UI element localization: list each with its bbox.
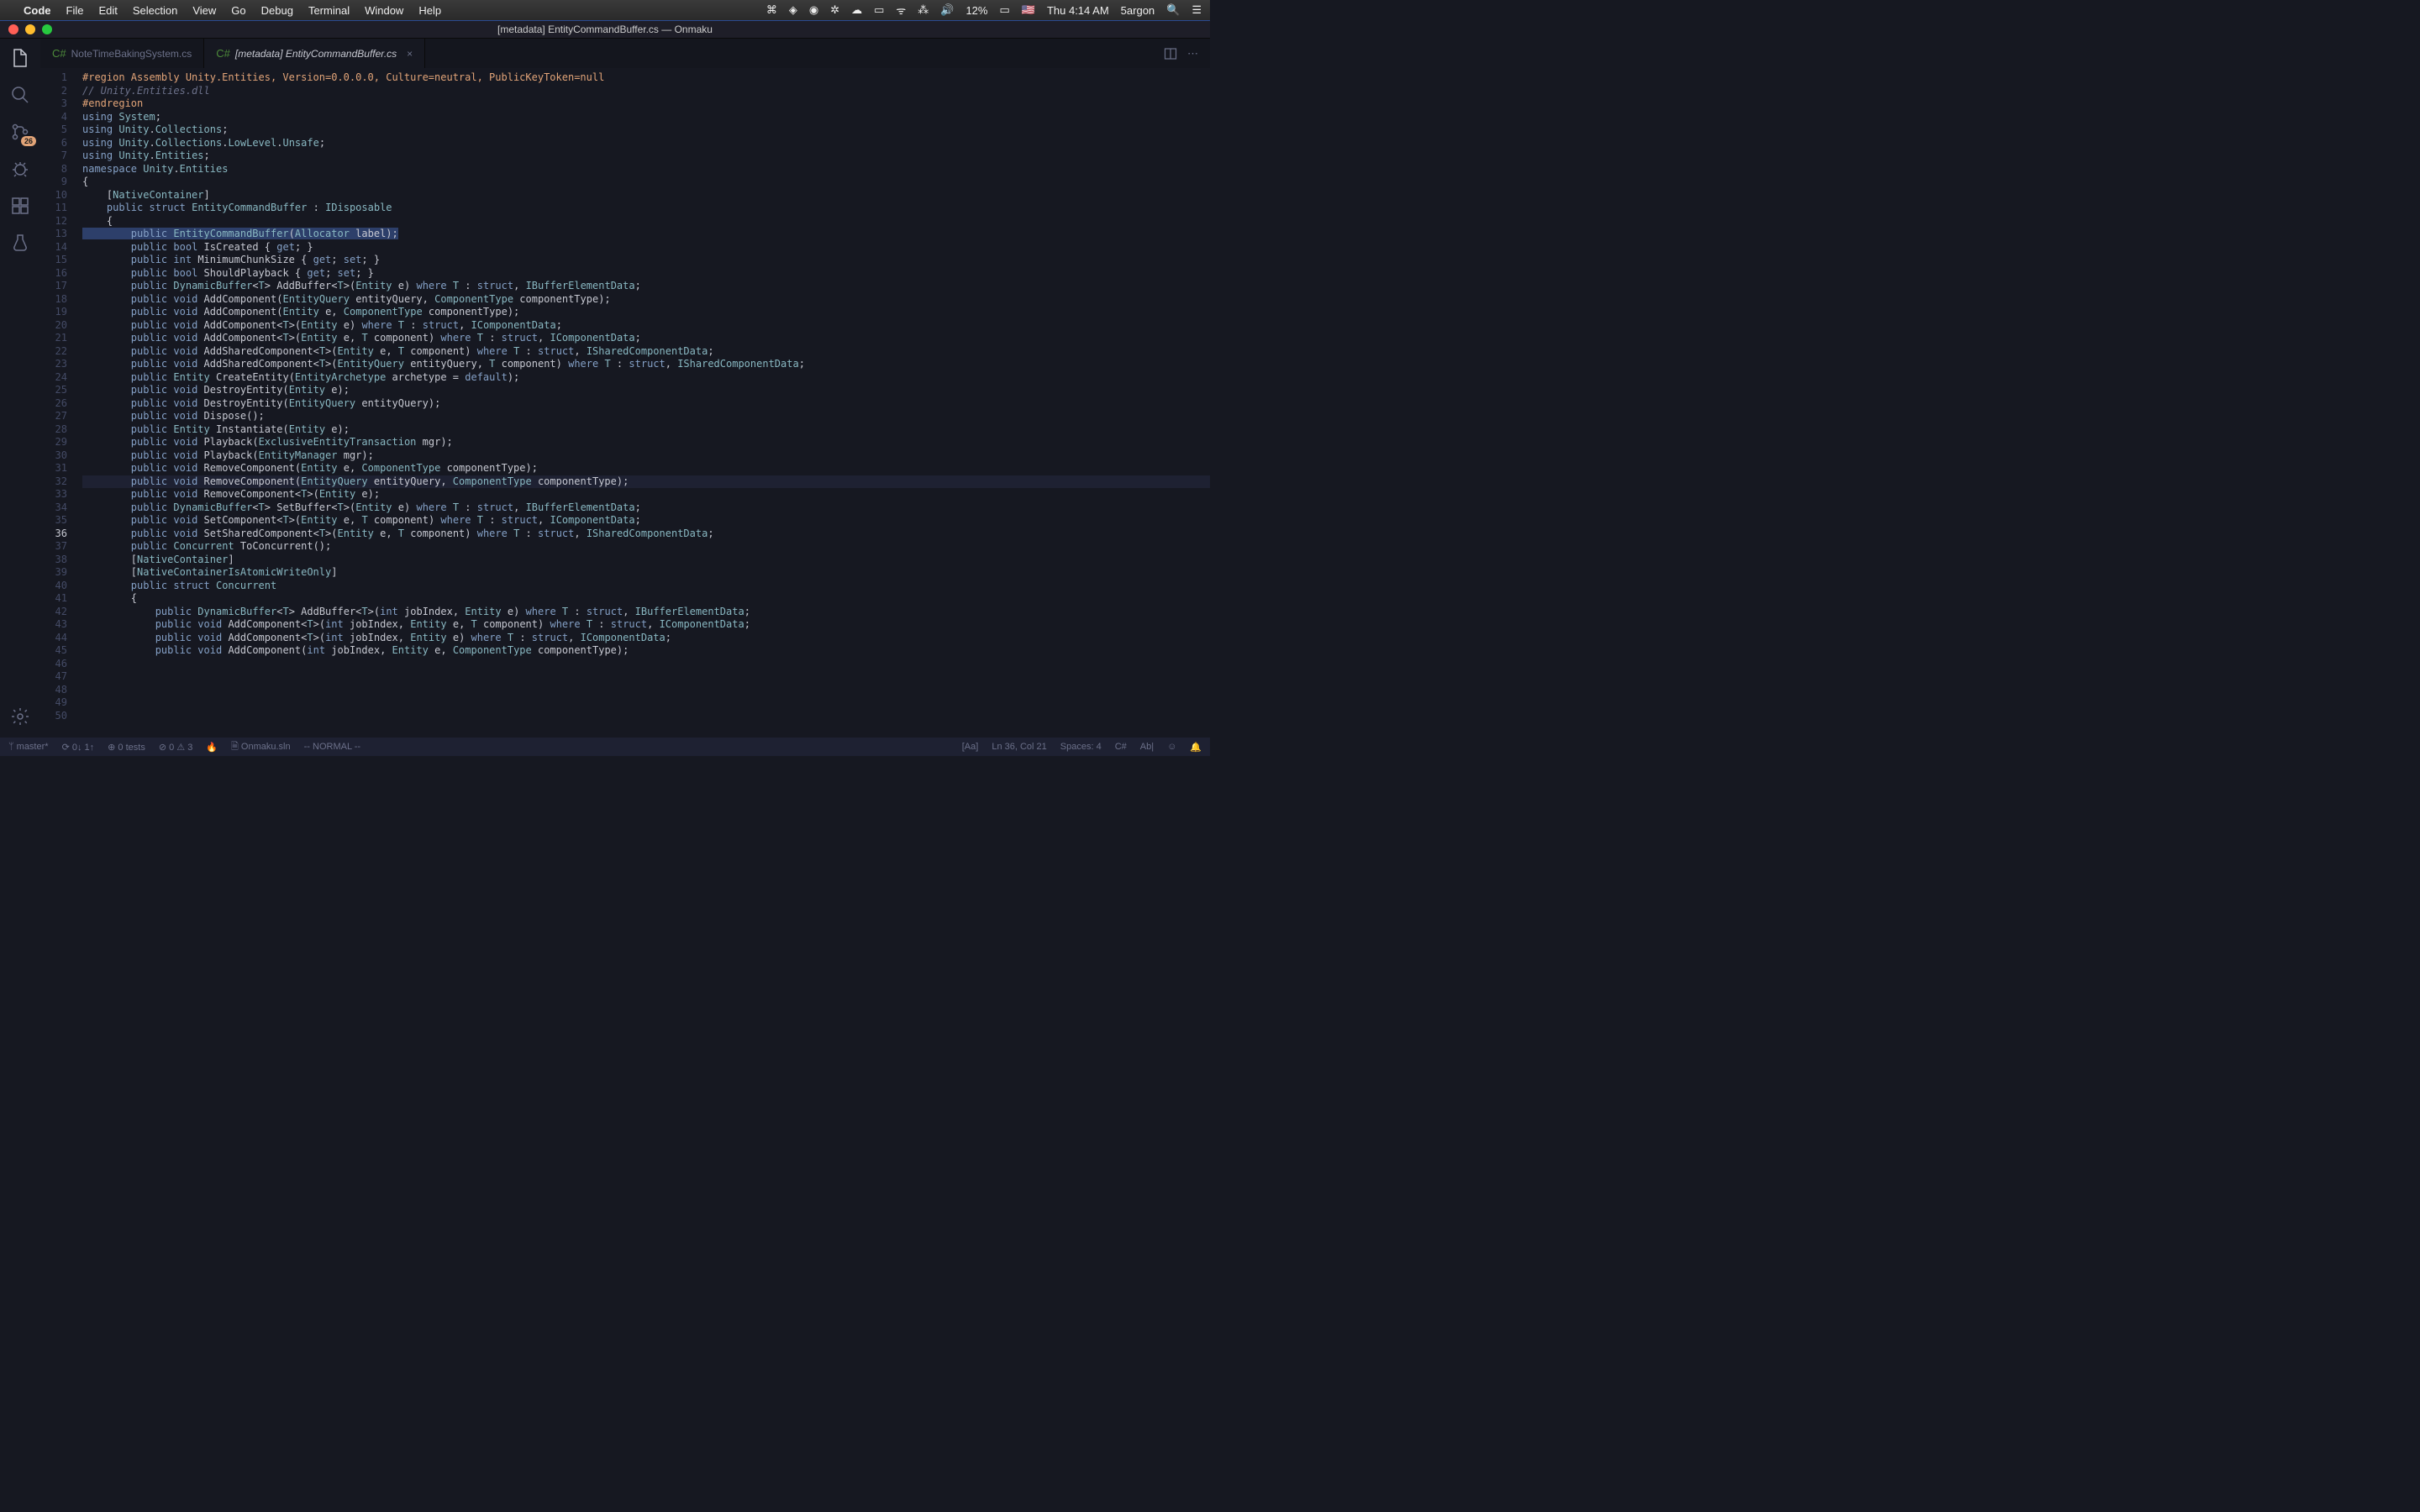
battery-percent[interactable]: 12% xyxy=(965,4,987,17)
tab-bar: C# NoteTimeBakingSystem.cs C# [metadata]… xyxy=(40,39,1210,68)
record-icon[interactable]: ◉ xyxy=(809,3,818,17)
case-toggle[interactable]: [Aa] xyxy=(962,742,979,752)
menu-selection[interactable]: Selection xyxy=(133,4,177,17)
bell-icon[interactable]: 🔔 xyxy=(1190,742,1202,753)
more-actions-icon[interactable]: ⋯ xyxy=(1187,47,1198,60)
csharp-icon: C# xyxy=(216,47,230,60)
menu-window[interactable]: Window xyxy=(365,4,403,17)
spotlight-icon[interactable]: 🔍 xyxy=(1166,3,1180,17)
indent-indicator[interactable]: Spaces: 4 xyxy=(1060,742,1102,752)
main-layout: 26 C# NoteTimeBakingSystem.cs C# [metada… xyxy=(0,39,1210,738)
tests-indicator[interactable]: ⊕ 0 tests xyxy=(108,742,145,753)
cloud-icon[interactable]: ☁ xyxy=(851,3,862,17)
split-editor-icon[interactable] xyxy=(1164,47,1177,60)
settings-icon[interactable] xyxy=(9,706,31,727)
unity-icon[interactable]: ◈ xyxy=(789,3,797,17)
tab-label: [metadata] EntityCommandBuffer.cs xyxy=(235,48,397,60)
solution-indicator[interactable]: 🗎 Onmaku.sln xyxy=(231,739,291,755)
activity-bar: 26 xyxy=(0,39,40,738)
dropbox-icon[interactable]: ✲ xyxy=(830,3,839,17)
tab-entitycommandbuffer[interactable]: C# [metadata] EntityCommandBuffer.cs × xyxy=(204,39,425,68)
search-icon[interactable] xyxy=(9,84,31,106)
app-name[interactable]: Code xyxy=(24,4,51,17)
test-icon[interactable] xyxy=(9,232,31,254)
menu-help[interactable]: Help xyxy=(418,4,441,17)
explorer-icon[interactable] xyxy=(9,47,31,69)
sync-indicator[interactable]: ⟳ 0↓ 1↑ xyxy=(62,742,95,753)
feedback-icon[interactable]: ☺ xyxy=(1167,742,1176,752)
flame-icon[interactable]: 🔥 xyxy=(206,742,218,753)
spell-indicator[interactable]: Ab| xyxy=(1140,742,1154,752)
menu-edit[interactable]: Edit xyxy=(98,4,117,17)
branch-indicator[interactable]: ᛘ master* xyxy=(8,742,49,752)
display-icon[interactable]: ▭ xyxy=(874,3,884,17)
username[interactable]: 5argon xyxy=(1121,4,1155,17)
debug-icon[interactable] xyxy=(9,158,31,180)
line-number-gutter: 1234567891011121314151617181920212223242… xyxy=(40,68,82,738)
flag-icon[interactable]: 🇺🇸 xyxy=(1022,3,1035,17)
language-mode[interactable]: C# xyxy=(1115,742,1127,752)
wifi-icon[interactable]: ᯤ xyxy=(896,3,906,18)
window-titlebar: [metadata] EntityCommandBuffer.cs — Onma… xyxy=(0,20,1210,39)
scm-badge: 26 xyxy=(21,136,36,146)
csharp-icon: C# xyxy=(52,47,66,60)
status-bar: ᛘ master* ⟳ 0↓ 1↑ ⊕ 0 tests ⊘ 0 ⚠ 3 🔥 🗎 … xyxy=(0,738,1210,756)
close-icon[interactable]: × xyxy=(407,48,413,60)
menubar-icon[interactable]: ⌘ xyxy=(766,3,777,17)
menu-view[interactable]: View xyxy=(192,4,216,17)
cursor-position[interactable]: Ln 36, Col 21 xyxy=(992,742,1046,752)
code-content[interactable]: #region Assembly Unity.Entities, Version… xyxy=(82,68,1210,738)
tab-notetimebakingsystem[interactable]: C# NoteTimeBakingSystem.cs xyxy=(40,39,204,68)
tab-label: NoteTimeBakingSystem.cs xyxy=(71,48,192,60)
vim-mode: -- NORMAL -- xyxy=(304,742,360,752)
source-control-icon[interactable]: 26 xyxy=(9,121,31,143)
code-editor[interactable]: 1234567891011121314151617181920212223242… xyxy=(40,68,1210,738)
volume-icon[interactable]: 🔊 xyxy=(940,3,954,17)
control-center-icon[interactable]: ☰ xyxy=(1192,3,1202,17)
problems-indicator[interactable]: ⊘ 0 ⚠ 3 xyxy=(159,742,192,753)
bluetooth-icon[interactable]: ⁂ xyxy=(918,3,929,17)
clock[interactable]: Thu 4:14 AM xyxy=(1047,4,1109,17)
battery-icon[interactable]: ▭ xyxy=(999,3,1009,17)
menu-terminal[interactable]: Terminal xyxy=(308,4,350,17)
menu-go[interactable]: Go xyxy=(231,4,245,17)
menu-debug[interactable]: Debug xyxy=(261,4,293,17)
menu-file[interactable]: File xyxy=(66,4,84,17)
window-title: [metadata] EntityCommandBuffer.cs — Onma… xyxy=(0,24,1210,35)
extensions-icon[interactable] xyxy=(9,195,31,217)
macos-menubar: Code File Edit Selection View Go Debug T… xyxy=(0,0,1210,20)
editor-area: C# NoteTimeBakingSystem.cs C# [metadata]… xyxy=(40,39,1210,738)
